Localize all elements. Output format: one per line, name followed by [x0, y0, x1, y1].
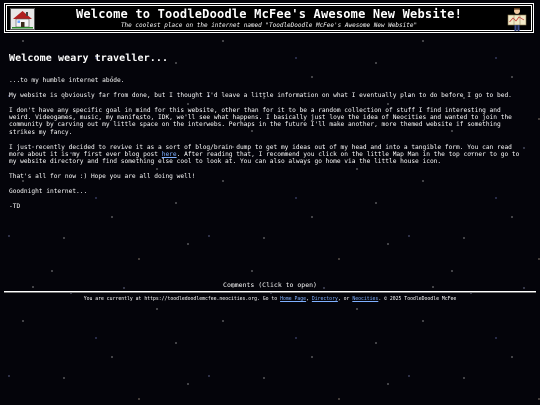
footer-neocities-link[interactable]: Neocities	[352, 297, 378, 302]
footer-copyright: . © 2025 ToodleDoodle McFee	[378, 297, 457, 302]
footer-home-link[interactable]: Home Page	[280, 297, 306, 302]
paragraph-goals: I don't have any specific goal in mind f…	[9, 106, 512, 136]
map-man-icon[interactable]	[507, 7, 527, 32]
footer-separator: , or	[337, 297, 353, 302]
footer-location-text: You are currently at https://toodledoodl…	[83, 297, 281, 302]
main-content: Welcome weary traveller... ...to my humb…	[9, 53, 525, 218]
paragraph-blog: I just recently decided to revive it as …	[9, 144, 525, 166]
site-subtitle: The coolest place on the internet named …	[120, 22, 418, 29]
welcome-heading: Welcome weary traveller...	[9, 53, 169, 64]
map-man-link[interactable]	[507, 7, 527, 32]
paragraph-plans: My website is obviously far from done, b…	[9, 91, 512, 99]
blog-post-link[interactable]: here	[162, 151, 177, 158]
footer-directory-link[interactable]: Directory	[312, 297, 338, 302]
signature: -TD	[9, 202, 21, 210]
footer-divider	[4, 291, 536, 293]
intro-text: ...to my humble internet abode.	[9, 77, 125, 84]
site-footer: You are currently at https://toodledoodl…	[0, 297, 540, 302]
home-link[interactable]	[10, 8, 35, 30]
comments-toggle[interactable]: Comments (Click to open)	[0, 281, 540, 289]
site-title: Welcome to ToodleDoodle McFee's Awesome …	[75, 7, 463, 21]
house-icon[interactable]	[10, 8, 35, 30]
paragraph-goodnight: Goodnight internet...	[9, 188, 88, 196]
paragraph-sign-off: That's all for now :) Hope you are all d…	[9, 173, 196, 181]
site-header: Welcome to ToodleDoodle McFee's Awesome …	[4, 3, 534, 33]
